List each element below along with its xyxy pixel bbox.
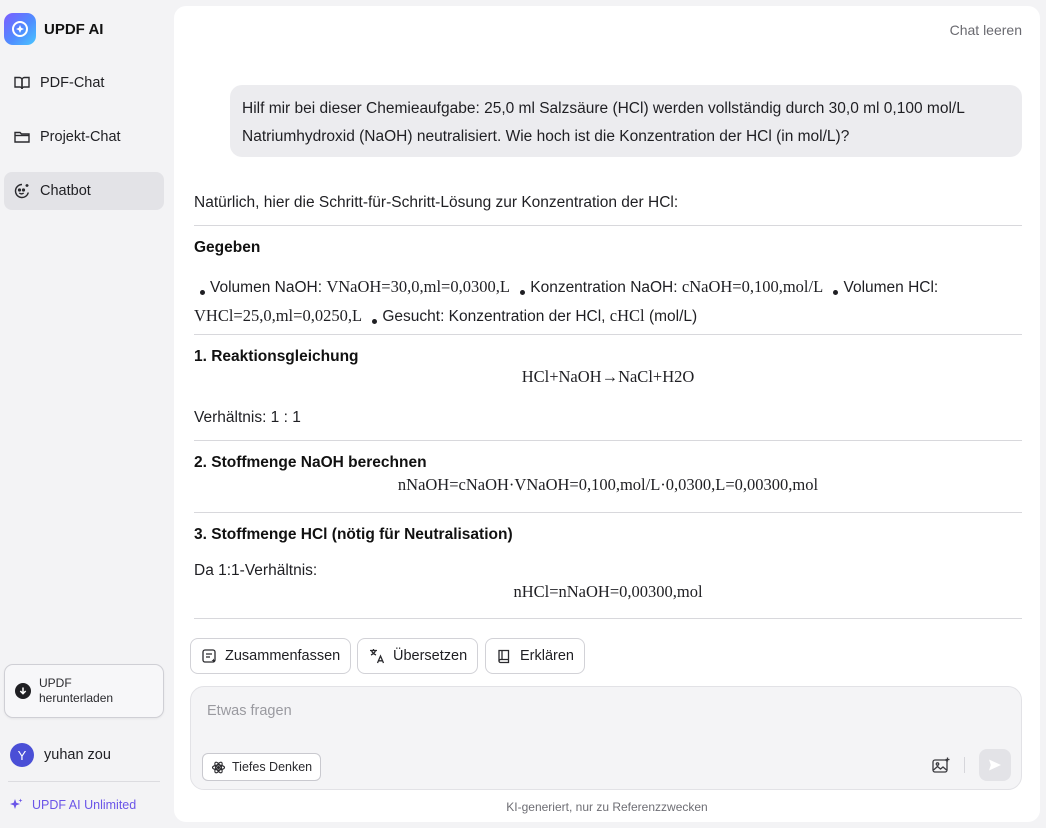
chat-panel: Chat leeren Hilf mir bei dieser Chemieau… xyxy=(174,6,1040,822)
send-button[interactable] xyxy=(979,749,1011,781)
bullet-dot xyxy=(520,290,526,295)
upload-image-button[interactable] xyxy=(928,753,954,779)
message-composer: Tiefes Denken xyxy=(190,686,1022,790)
sidebar: UPDF AI PDF-Chat Projekt-Chat Chatbot UP… xyxy=(0,0,170,828)
sidebar-divider xyxy=(8,781,160,782)
given-label: Volumen NaOH: xyxy=(210,279,322,296)
divider xyxy=(194,440,1022,441)
explain-button[interactable]: Erklären xyxy=(485,638,585,674)
step3-text: Da 1:1-Verhältnis: xyxy=(194,562,318,579)
deep-thinking-toggle[interactable]: Tiefes Denken xyxy=(202,753,322,781)
book-icon xyxy=(498,649,510,663)
given-math: VHCl=25,0,ml=0,0250,L xyxy=(194,306,363,325)
ratio-text: Verhältnis: 1 : 1 xyxy=(194,409,301,426)
heading-step1: 1. Reaktionsgleichung xyxy=(194,348,359,365)
book-open-icon xyxy=(14,76,30,90)
sidebar-item-label: PDF-Chat xyxy=(40,75,105,91)
message-input[interactable] xyxy=(207,703,907,719)
given-label: Gesucht: Konzentration der HCl, xyxy=(382,308,606,325)
translate-label: Übersetzen xyxy=(393,648,468,664)
upgrade-unlimited-link[interactable]: UPDF AI Unlimited xyxy=(9,798,136,812)
download-updf-button[interactable]: UPDF herunterladen xyxy=(4,664,164,718)
brand[interactable]: UPDF AI xyxy=(4,13,103,45)
divider xyxy=(194,334,1022,335)
translate-icon xyxy=(370,649,385,664)
heading-given: Gegeben xyxy=(194,239,261,256)
user-name: yuhan zou xyxy=(44,747,111,763)
divider xyxy=(194,512,1022,513)
given-list: Volumen NaOH: VNaOH=30,0,ml=0,0300,L Kon… xyxy=(194,273,1022,331)
given-label: Volumen HCl: xyxy=(843,279,939,296)
unlimited-label: UPDF AI Unlimited xyxy=(32,798,137,812)
download-label: UPDF herunterladen xyxy=(39,676,114,705)
sidebar-item-pdf-chat[interactable]: PDF-Chat xyxy=(4,64,164,102)
heading-step2: 2. Stoffmenge NaOH berechnen xyxy=(194,454,427,471)
divider xyxy=(194,225,1022,226)
bot-face-icon xyxy=(14,183,29,199)
divider xyxy=(194,618,1022,619)
answer-intro: Natürlich, hier die Schritt-für-Schritt-… xyxy=(194,194,679,211)
avatar: Y xyxy=(10,743,34,767)
given-math: cHCl xyxy=(609,306,645,325)
sidebar-item-label: Projekt-Chat xyxy=(40,129,121,145)
updf-logo-icon xyxy=(4,13,36,45)
sidebar-item-projekt-chat[interactable]: Projekt-Chat xyxy=(4,118,164,156)
explain-label: Erklären xyxy=(520,648,574,664)
hcl-moles-equation: nHCl=nNaOH=0,00300,mol xyxy=(513,582,703,601)
bullet-dot xyxy=(200,290,205,295)
bullet-dot xyxy=(372,319,378,324)
given-suffix: (mol/L) xyxy=(648,308,698,325)
given-math: cNaOH=0,100,mol/L xyxy=(681,277,824,296)
download-icon xyxy=(15,683,31,699)
summarize-icon xyxy=(202,648,216,663)
user-message: Hilf mir bei dieser Chemieaufgabe: 25,0 … xyxy=(230,85,1022,157)
input-divider xyxy=(964,757,965,773)
heading-step3: 3. Stoffmenge HCl (nötig für Neutralisat… xyxy=(194,526,513,543)
translate-button[interactable]: Übersetzen xyxy=(357,638,479,674)
user-profile[interactable]: Y yuhan zou xyxy=(10,743,111,767)
image-add-icon xyxy=(932,757,950,773)
sidebar-item-label: Chatbot xyxy=(40,183,91,199)
send-icon xyxy=(989,759,1001,771)
given-math: VNaOH=30,0,ml=0,0300,L xyxy=(326,277,510,296)
summarize-button[interactable]: Zusammenfassen xyxy=(190,638,352,674)
clear-chat-button[interactable]: Chat leeren xyxy=(950,22,1022,38)
sparkle-icon xyxy=(10,798,23,809)
reaction-equation: HCl+NaOH→NaCl+H2O xyxy=(521,367,695,386)
brand-name: UPDF AI xyxy=(44,20,104,38)
ai-disclaimer: KI-generiert, nur zu Referenzzwecken xyxy=(506,800,708,814)
folder-icon xyxy=(14,131,30,143)
deep-thinking-label: Tiefes Denken xyxy=(232,760,313,774)
atom-icon xyxy=(211,761,226,773)
bullet-dot xyxy=(833,290,839,295)
given-label: Konzentration NaOH: xyxy=(530,279,678,296)
sidebar-item-chatbot[interactable]: Chatbot xyxy=(4,172,164,210)
summarize-label: Zusammenfassen xyxy=(225,648,341,664)
naoh-moles-equation: nNaOH=cNaOH·VNaOH=0,100,mol/L·0,0300,L=0… xyxy=(397,475,819,494)
